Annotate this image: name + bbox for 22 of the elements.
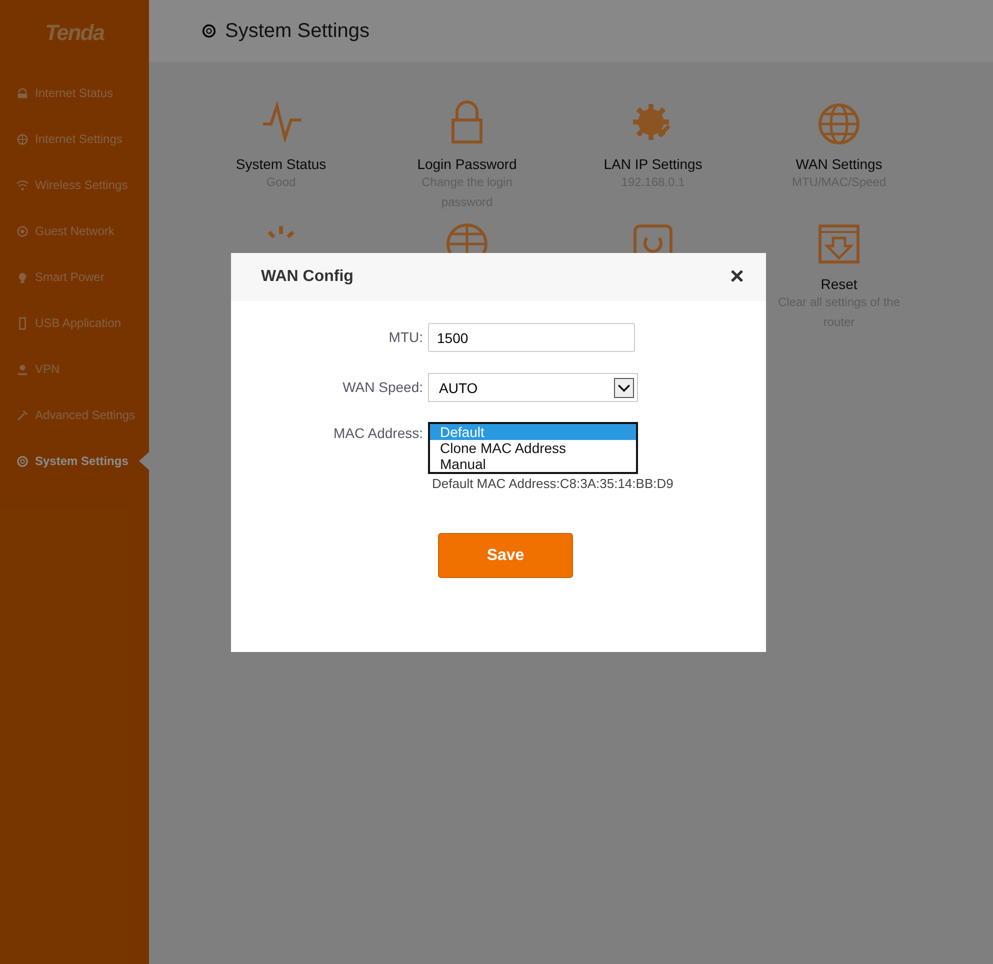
field-label: MTU: — [388, 328, 424, 347]
tile-title[interactable]: LAN IP Settings — [604, 156, 702, 172]
field-label: MAC Address: — [332, 424, 424, 443]
tile-title[interactable]: Login Password — [417, 156, 517, 172]
tile-title[interactable]: WAN Settings — [796, 156, 882, 172]
list-option[interactable]: Clone MAC Address — [430, 440, 636, 456]
close-button[interactable]: × — [730, 263, 744, 291]
option-list[interactable]: Default Clone MAC Address Manual — [428, 422, 638, 474]
field-label: WAN Speed: — [342, 378, 424, 397]
tile-title[interactable]: Reset — [820, 276, 858, 292]
sun-icon — [267, 224, 295, 239]
mtu-field[interactable]: 1500 — [428, 323, 635, 352]
save-button[interactable]: Save — [438, 533, 573, 578]
logo: Tenda — [44, 19, 106, 47]
list-option[interactable]: Default — [430, 424, 636, 440]
mac-note: Default MAC Address:C8:3A:35:14:BB:D9 — [432, 476, 674, 491]
tile-title[interactable]: System Status — [236, 156, 326, 172]
list-option[interactable]: Manual — [430, 456, 636, 472]
page-title: System Settings — [225, 20, 370, 42]
caret-icon — [614, 378, 634, 398]
dialog-title: WAN Config — [261, 268, 354, 286]
speed-select[interactable]: AUTO — [428, 373, 638, 402]
